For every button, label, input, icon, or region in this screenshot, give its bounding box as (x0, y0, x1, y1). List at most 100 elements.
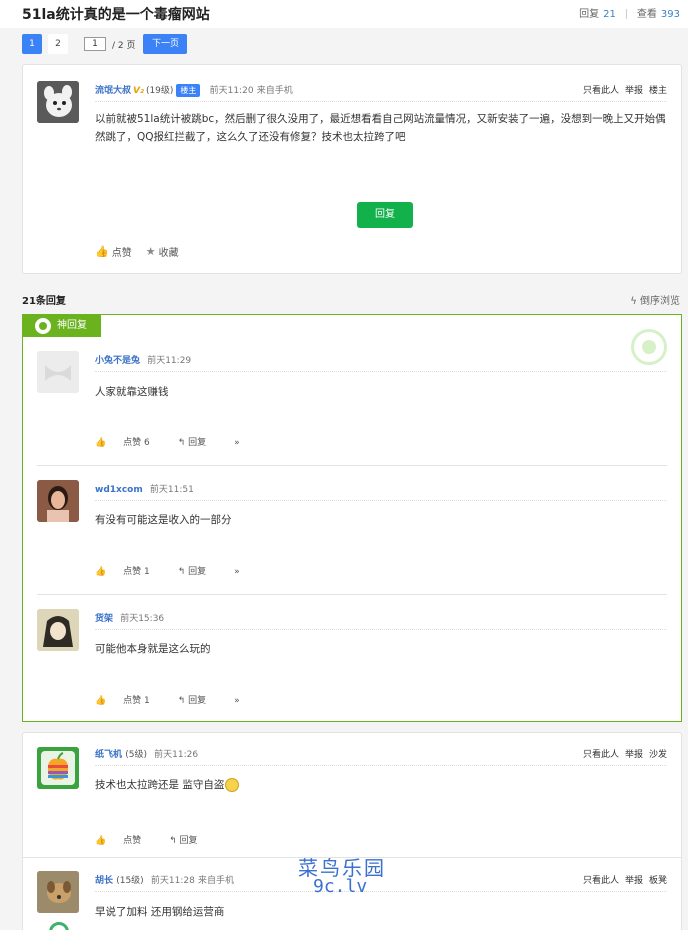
page-input[interactable]: 1 (84, 37, 106, 51)
more-link[interactable]: » (234, 696, 240, 706)
user-level: (5级) (125, 750, 147, 760)
like-button[interactable]: 👍 点赞 (95, 244, 132, 259)
reply-body: 人家就靠这赚钱 (95, 386, 169, 398)
like-button[interactable]: 👍 点赞 (95, 836, 155, 846)
god-reply-box: 神回复 小兔不是兔 前天11:29 人家就靠这赚钱 👍 点赞 6 ↰ 回复 » wd… (22, 314, 682, 722)
like-label: 点赞 6 (123, 438, 150, 448)
only-this-user-link[interactable]: 只看此人 (583, 750, 619, 760)
thumbs-up-icon: 👍 (95, 696, 107, 706)
reply-link[interactable]: ↰ 回复 (178, 438, 220, 448)
reply-label: 回复 (179, 836, 198, 846)
reply-author-line: wd1xcom 前天11:51 (95, 482, 194, 495)
post-source: 来自手机 (256, 86, 293, 96)
reply-footer: 👍 点赞 1 ↰ 回复 » (95, 564, 254, 577)
divider (95, 371, 667, 372)
avatar[interactable] (37, 609, 79, 651)
username[interactable]: 胡长 (95, 876, 113, 886)
page-total: / 2 页 (112, 40, 136, 51)
view-count: 393 (660, 9, 680, 20)
post-source: 来自手机 (198, 876, 235, 886)
reply-footer: 👍 点赞 1 ↰ 回复 » (95, 693, 254, 706)
post-body: 早说了加料 还用钢给运营商 (95, 906, 225, 918)
divider (37, 465, 667, 466)
user-level: (15级) (116, 876, 144, 886)
thumbs-up-icon: 👍 (95, 836, 107, 846)
floor-label: 沙发 (648, 750, 667, 760)
reply-body: 有没有可能这是收入的一部分 (95, 514, 232, 526)
username[interactable]: wd1xcom (95, 485, 143, 495)
post-body: 技术也太拉跨还是 监守自盗 (95, 776, 240, 794)
post-time: 前天11:20 (209, 86, 254, 96)
reply-label: 回复 (188, 567, 207, 577)
watermark-url: 9c.lv (313, 876, 368, 897)
reply-link[interactable]: ↰ 回复 (169, 836, 211, 846)
reply-button[interactable]: 回复 (357, 202, 413, 228)
username[interactable]: 货架 (95, 614, 113, 624)
god-reply-icon (35, 318, 51, 334)
divider (95, 500, 667, 501)
like-button[interactable]: 👍 点赞 1 (95, 567, 164, 577)
page-title: 51la统计真的是一个毒瘤网站 (22, 7, 210, 23)
reverse-sort-link[interactable]: ϟ 倒序浏览 (630, 292, 680, 307)
post-body-line: 然跳了，QQ报红拦截了，这么久了还没有修复？技术也太拉跨了吧 (95, 131, 406, 143)
like-label: 点赞 (123, 836, 142, 846)
like-button[interactable]: 👍 点赞 1 (95, 696, 164, 706)
avatar[interactable] (37, 480, 79, 522)
main-post: 流氓大叔 V₂ (19级) 楼主 前天11:20 来自手机 只看此人 举报 楼主 以前就被… (22, 64, 682, 274)
report-link[interactable]: 举报 (625, 750, 643, 760)
post-body-text: 技术也太拉跨还是 监守自盗 (95, 779, 225, 791)
more-link[interactable]: » (234, 567, 240, 577)
page-2-button[interactable]: 2 (48, 34, 68, 54)
only-this-user-link[interactable]: 只看此人 (583, 86, 619, 96)
thumbs-up-icon: 👍 (95, 567, 107, 577)
reply-label: 回复 (579, 9, 600, 20)
post-body: 以前就被51la统计被跳bc，然后删了很久没用了，最近想看看自己网站流量情况，又… (95, 110, 670, 146)
reply-post: 纸飞机 (5级) 前天11:26 只看此人 举报 沙发 技术也太拉跨还是 监守自盗 … (22, 732, 682, 930)
reply-label: 回复 (188, 696, 207, 706)
reply-author-line: 小兔不是兔 前天11:29 (95, 353, 191, 366)
divider (625, 9, 627, 19)
pager: 1 2 1 / 2 页 下一页 (22, 34, 188, 54)
post-footer: 👍 点赞 ★ 收藏 (95, 244, 179, 259)
like-label: 点赞 1 (123, 567, 150, 577)
thread-stats: 回复 21 查看 393 (579, 5, 680, 20)
favorite-button[interactable]: ★ 收藏 (146, 244, 179, 259)
avatar[interactable] (37, 747, 79, 789)
god-reply-tag: 神回复 (23, 315, 101, 337)
like-label: 点赞 (111, 248, 132, 259)
post-actions: 只看此人 举报 沙发 (577, 747, 667, 760)
username[interactable]: 纸飞机 (95, 750, 122, 760)
post-time: 前天11:26 (154, 750, 199, 760)
vip-badge: V₂ (133, 86, 144, 96)
reply-label: 回复 (188, 438, 207, 448)
divider (37, 594, 667, 595)
reply-time: 前天11:29 (147, 356, 192, 366)
next-page-button[interactable]: 下一页 (143, 34, 188, 54)
divider (95, 765, 667, 766)
reply-body: 可能他本身就是这么玩的 (95, 643, 211, 655)
reply-link[interactable]: ↰ 回复 (178, 567, 220, 577)
avatar[interactable] (37, 871, 79, 913)
avatar[interactable] (37, 81, 79, 123)
only-this-user-link[interactable]: 只看此人 (583, 876, 619, 886)
post-footer: 👍 点赞 ↰ 回复 (95, 833, 226, 846)
favorite-label: 收藏 (158, 248, 179, 259)
username[interactable]: 小兔不是兔 (95, 356, 140, 366)
view-label: 查看 (636, 9, 657, 20)
report-link[interactable]: 举报 (625, 876, 643, 886)
reply-link[interactable]: ↰ 回复 (178, 696, 220, 706)
reply-author-line: 货架 前天15:36 (95, 611, 164, 624)
page-1-button[interactable]: 1 (22, 34, 42, 54)
post-author-line: 胡长 (15级) 前天11:28 来自手机 (95, 873, 234, 886)
reply-time: 前天11:51 (149, 485, 194, 495)
topbar: 51la统计真的是一个毒瘤网站 回复 21 查看 393 (0, 0, 688, 28)
report-link[interactable]: 举报 (625, 86, 643, 96)
post-actions: 只看此人 举报 楼主 (577, 83, 667, 96)
like-button[interactable]: 👍 点赞 6 (95, 438, 164, 448)
divider (95, 101, 667, 102)
avatar[interactable] (37, 351, 79, 393)
more-link[interactable]: » (234, 438, 240, 448)
username[interactable]: 流氓大叔 (95, 86, 131, 96)
post-body-line: 以前就被51la统计被跳bc，然后删了很久没用了，最近想看看自己网站流量情况，又… (95, 113, 666, 125)
post-time: 前天11:28 (150, 876, 195, 886)
